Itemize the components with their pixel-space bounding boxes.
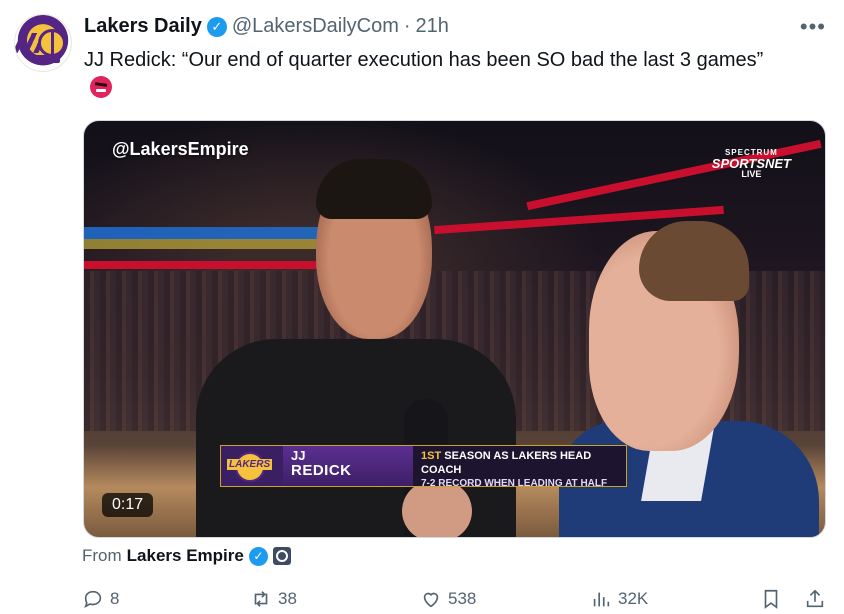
repost-count: 38 [278,589,297,608]
more-icon[interactable]: ••• [800,14,826,40]
repost-icon [254,591,268,607]
video-watermark: @LakersEmpire [112,139,249,159]
tweet-text: JJ Redick: “Our end of quarter execution… [84,46,784,102]
video-duration-badge: 0:17 [102,493,154,517]
lower-third-graphic: LAKERS JJ REDICK 1ST SEASON AS LAKERS HE… [220,445,627,489]
angry-emoji-icon [90,76,112,98]
shield-icon [272,547,291,565]
lakers-logo-text: LAKERS [227,459,273,470]
like-button[interactable]: 538 [420,588,476,610]
verified-icon[interactable]: ✓ [206,16,227,37]
coach-last-name: REDICK [291,462,352,480]
network-logo: SPECTRUM SPORTSNET LIVE [712,149,791,179]
lower-third-name: JJ REDICK [283,446,413,486]
reply-count: 8 [110,589,120,608]
reporter-hair [639,221,749,301]
views-icon [593,592,610,607]
like-count: 538 [448,589,477,608]
video-source-attribution: From Lakers Empire ✓ [82,546,291,566]
reporter-figure [559,221,819,537]
reply-icon [84,590,102,609]
repost-button[interactable]: 38 [250,588,297,610]
lower-third-highlight: 1ST [421,450,442,462]
video-player[interactable]: @LakersEmpire SPECTRUM SPORTSNET LIVE LA… [83,120,826,538]
lower-third-line-1: 1ST SEASON AS LAKERS HEAD COACH [421,450,618,478]
avatar-ball-graphic [38,29,66,57]
lower-third-line-1-text: SEASON AS LAKERS HEAD COACH [421,450,592,476]
author-name[interactable]: Lakers Daily [84,15,202,38]
lakers-logo: LAKERS [221,446,283,486]
tweet-header: Lakers Daily ✓ @LakersDailyCom · 21h [84,15,449,38]
separator-dot: · [403,15,411,37]
reply-button[interactable]: 8 [82,588,119,610]
views-count: 32K [618,589,649,608]
tweet-action-bar: 8 38 538 32K [82,588,830,612]
views-button[interactable]: 32K [590,588,648,610]
network-line-3: LIVE [741,169,762,179]
lower-third-info: 1ST SEASON AS LAKERS HEAD COACH 7-2 RECO… [413,446,626,489]
author-handle[interactable]: @LakersDailyCom [232,15,399,38]
bookmark-icon [764,589,778,609]
coach-hair [316,159,432,219]
source-name[interactable]: Lakers Empire [127,546,244,566]
from-label: From [82,546,122,565]
coach-first-name: JJ [291,448,306,463]
tweet-text-body: JJ Redick: “Our end of quarter execution… [84,49,764,71]
author-avatar[interactable] [14,14,72,72]
share-icon [806,589,824,608]
share-button[interactable] [804,588,826,610]
like-icon [423,592,439,608]
bookmark-button[interactable] [760,588,782,610]
avatar-ribbon-graphic [32,55,60,63]
lower-third-line-2: 7-2 RECORD WHEN LEADING AT HALF [421,477,608,489]
verified-icon[interactable]: ✓ [248,546,268,566]
tweet-timestamp[interactable]: 21h [416,15,449,38]
